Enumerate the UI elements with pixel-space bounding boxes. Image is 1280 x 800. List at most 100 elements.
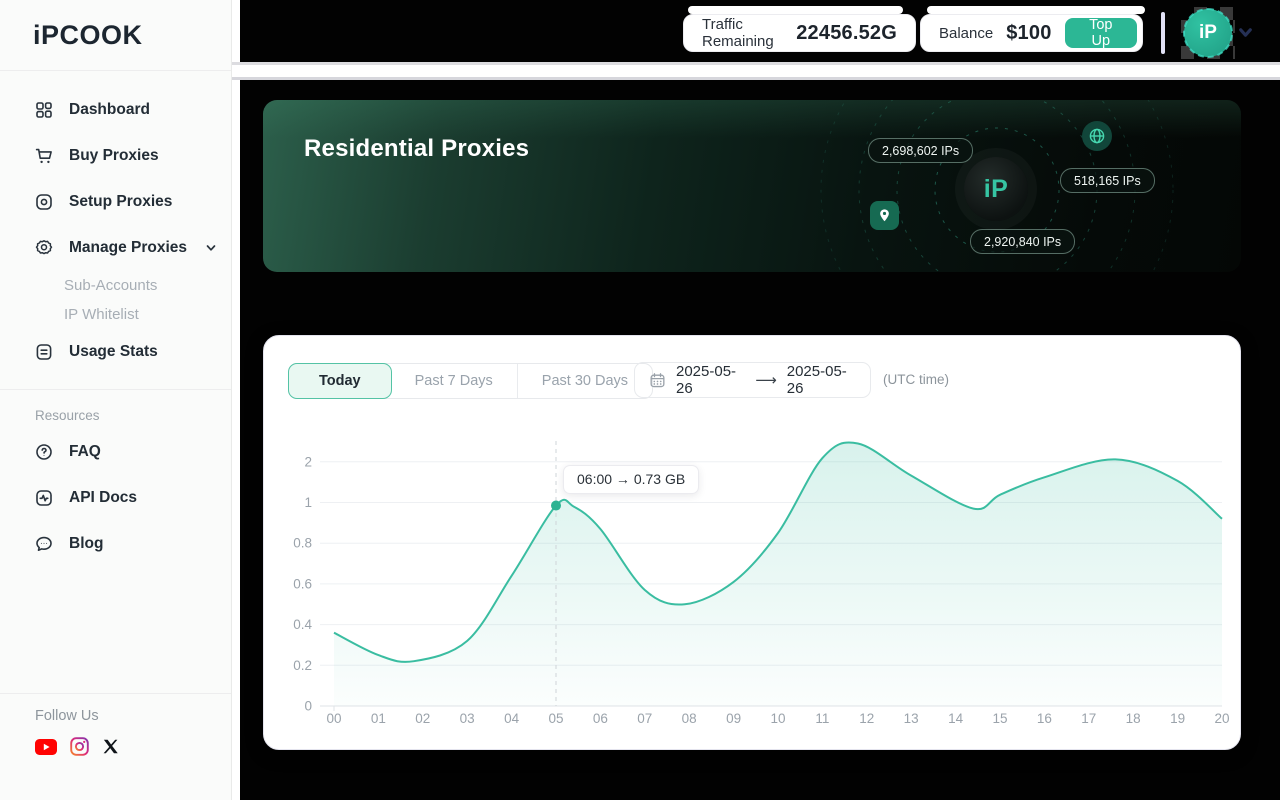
svg-text:0.6: 0.6 xyxy=(293,576,312,591)
svg-text:09: 09 xyxy=(726,711,741,726)
chevron-down-icon xyxy=(204,241,218,255)
card-ghost-strip xyxy=(927,6,1145,14)
usage-chart-card: Today Past 7 Days Past 30 Days 2025-05-2… xyxy=(263,335,1241,750)
svg-text:0.4: 0.4 xyxy=(293,617,312,632)
dashboard-icon xyxy=(34,100,54,120)
follow-us-label: Follow Us xyxy=(35,708,231,724)
svg-text:18: 18 xyxy=(1126,711,1141,726)
gear-icon xyxy=(34,238,54,258)
svg-text:12: 12 xyxy=(859,711,874,726)
youtube-icon[interactable] xyxy=(35,739,57,755)
svg-text:0.2: 0.2 xyxy=(293,658,312,673)
traffic-usage-chart[interactable]: 00.20.40.60.8120001020304050607080910111… xyxy=(284,431,1239,731)
svg-text:08: 08 xyxy=(682,711,697,726)
resources-label: Resources xyxy=(35,408,231,423)
svg-text:1: 1 xyxy=(304,495,312,510)
svg-text:07: 07 xyxy=(637,711,652,726)
tab-past-7-days[interactable]: Past 7 Days xyxy=(391,364,517,398)
sidebar-item-faq[interactable]: FAQ xyxy=(0,429,231,475)
calendar-icon xyxy=(649,372,666,389)
sidebar-item-label: Blog xyxy=(69,535,103,553)
chat-bubble-icon xyxy=(34,534,54,554)
sidebar-item-buy-proxies[interactable]: Buy Proxies xyxy=(0,133,231,179)
card-ghost-strip xyxy=(688,6,903,14)
ip-count-badge: 2,698,602 IPs xyxy=(868,138,973,163)
account-chevron-down-icon[interactable] xyxy=(1237,24,1254,41)
logo-box: iPCOOK xyxy=(0,0,231,71)
balance-label: Balance xyxy=(939,25,993,42)
sidebar-item-setup-proxies[interactable]: Setup Proxies xyxy=(0,179,231,225)
content-gutter xyxy=(232,0,240,800)
svg-text:14: 14 xyxy=(948,711,964,726)
cart-icon xyxy=(34,146,54,166)
sidebar-item-api-docs[interactable]: API Docs xyxy=(0,475,231,521)
svg-text:20: 20 xyxy=(1214,711,1229,726)
globe-icon xyxy=(1082,121,1112,151)
sidebar-item-sub-accounts[interactable]: Sub-Accounts xyxy=(0,271,231,300)
traffic-remaining-value: 22456.52G xyxy=(796,22,897,45)
sidebar-item-dashboard[interactable]: Dashboard xyxy=(0,87,231,133)
svg-text:10: 10 xyxy=(770,711,785,726)
tab-past-30-days[interactable]: Past 30 Days xyxy=(517,364,652,398)
arrow-right-icon: ⟶ xyxy=(755,371,777,389)
header-band xyxy=(232,62,1280,80)
svg-text:11: 11 xyxy=(815,711,829,726)
topbar: Traffic Remaining 22456.52G Balance $100… xyxy=(240,0,1280,62)
brand-logo: iPCOOK xyxy=(33,20,143,51)
x-icon[interactable] xyxy=(102,738,119,755)
sidebar-divider xyxy=(0,389,231,390)
svg-text:0: 0 xyxy=(304,699,312,714)
sidebar-item-label: Manage Proxies xyxy=(69,239,187,257)
sidebar-item-usage-stats[interactable]: Usage Stats xyxy=(0,329,231,375)
svg-text:17: 17 xyxy=(1081,711,1096,726)
sidebar-item-label: FAQ xyxy=(69,443,101,461)
svg-text:06: 06 xyxy=(593,711,608,726)
sidebar-item-blog[interactable]: Blog xyxy=(0,521,231,567)
svg-text:05: 05 xyxy=(548,711,563,726)
balance-card: Balance $100 Top Up xyxy=(920,14,1143,52)
question-icon xyxy=(34,442,54,462)
api-pulse-icon xyxy=(34,488,54,508)
svg-text:02: 02 xyxy=(415,711,430,726)
stats-icon xyxy=(34,342,54,362)
traffic-remaining-card: Traffic Remaining 22456.52G xyxy=(683,14,916,52)
balance-value: $100 xyxy=(1006,22,1051,45)
svg-text:01: 01 xyxy=(371,711,386,726)
sidebar: iPCOOK Dashboard Buy Proxies xyxy=(0,0,232,800)
setup-icon xyxy=(34,192,54,212)
sidebar-nav: Dashboard Buy Proxies Setup Proxies xyxy=(0,71,231,567)
sidebar-item-manage-proxies[interactable]: Manage Proxies xyxy=(0,225,231,271)
svg-text:19: 19 xyxy=(1170,711,1185,726)
date-to: 2025-05-26 xyxy=(787,363,856,397)
date-from: 2025-05-26 xyxy=(676,363,745,397)
sidebar-item-label: Dashboard xyxy=(69,101,150,119)
avatar-initials: iP xyxy=(1199,22,1217,44)
sidebar-subitem-label: Sub-Accounts xyxy=(64,277,157,294)
instagram-icon[interactable] xyxy=(70,737,89,756)
tab-today[interactable]: Today xyxy=(288,363,392,399)
top-up-button[interactable]: Top Up xyxy=(1065,18,1137,48)
svg-text:15: 15 xyxy=(992,711,1007,726)
svg-text:16: 16 xyxy=(1037,711,1052,726)
banner-title: Residential Proxies xyxy=(304,135,529,163)
sidebar-footer: Follow Us xyxy=(0,693,231,756)
svg-text:03: 03 xyxy=(460,711,475,726)
topbar-divider xyxy=(1161,12,1165,54)
svg-text:13: 13 xyxy=(904,711,919,726)
chart-tooltip: 06:00 → 0.73 GB xyxy=(563,465,699,494)
sidebar-item-label: Setup Proxies xyxy=(69,193,172,211)
sidebar-subitem-label: IP Whitelist xyxy=(64,306,139,323)
location-pin-icon xyxy=(870,201,899,230)
ip-count-badge: 2,920,840 IPs xyxy=(970,229,1075,254)
svg-text:2: 2 xyxy=(304,454,312,469)
brand-emblem: iP xyxy=(964,157,1028,221)
main-content: Traffic Remaining 22456.52G Balance $100… xyxy=(240,0,1280,800)
residential-proxies-banner: Residential Proxies 55M+ Dynamic Residen… xyxy=(263,100,1241,272)
sidebar-item-label: Usage Stats xyxy=(69,343,158,361)
svg-text:0.8: 0.8 xyxy=(293,536,312,551)
sidebar-item-ip-whitelist[interactable]: IP Whitelist xyxy=(0,300,231,329)
user-avatar[interactable]: iP xyxy=(1184,9,1232,57)
sidebar-item-label: Buy Proxies xyxy=(69,147,159,165)
utc-label: (UTC time) xyxy=(883,372,949,387)
date-range-picker[interactable]: 2025-05-26 ⟶ 2025-05-26 xyxy=(634,362,871,398)
